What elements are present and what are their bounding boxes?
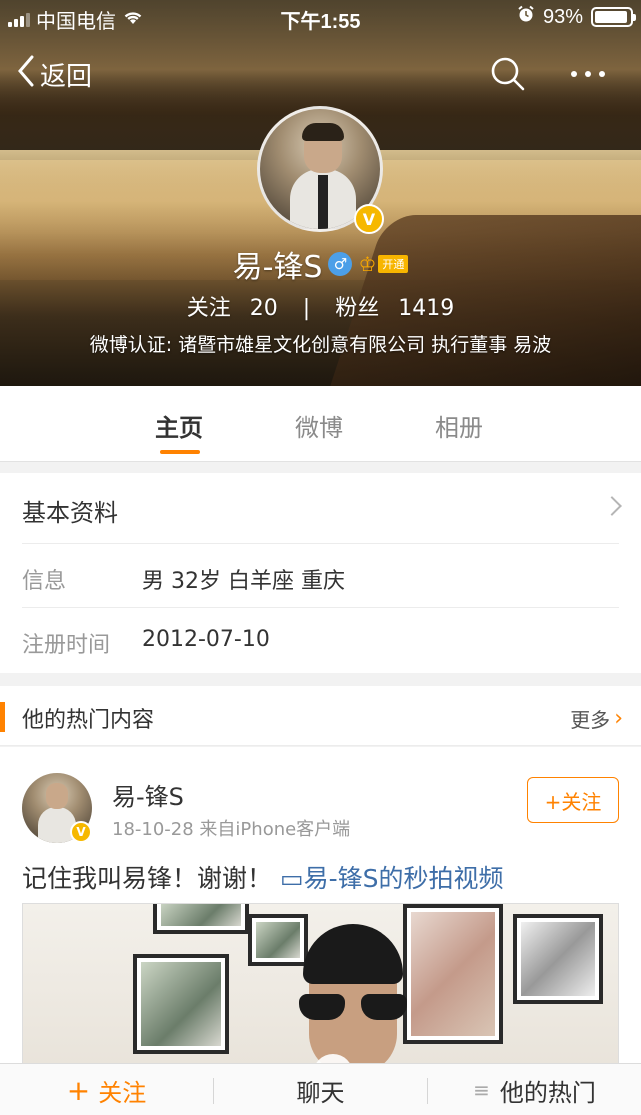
followers-stat[interactable]: 粉丝 1419 — [329, 296, 460, 321]
nav-bar: 返回 — [0, 50, 641, 96]
register-date-label: 注册时间 — [22, 633, 111, 658]
chevron-left-icon — [16, 54, 36, 95]
crown-icon: ♔ — [358, 252, 377, 276]
tab-album[interactable]: 相册 — [435, 408, 483, 443]
tab-weibo[interactable]: 微博 — [295, 408, 343, 443]
profile-stats: 关注 20 | 粉丝 1419 — [0, 290, 641, 322]
search-button[interactable] — [488, 54, 528, 94]
vip-tag: 开通 — [378, 255, 409, 273]
follow-button[interactable]: +关注 — [527, 777, 619, 823]
verified-icon: V — [354, 204, 384, 234]
post-text: 记住我叫易锋！谢谢！ ▭易-锋S的秒拍视频 — [22, 864, 504, 893]
alarm-icon — [517, 5, 535, 29]
wall-frame — [133, 954, 229, 1054]
profile-page: 中国电信 下午1:55 93% 返回 V 易-锋S ♂ ♔ 开通 关注 20 |… — [0, 0, 641, 1115]
vip-badge[interactable]: ♔ 开通 — [358, 252, 409, 276]
verification-text: 微博认证: 诸暨市雄星文化创意有限公司 执行董事 易波 — [89, 334, 552, 356]
follow-action-button[interactable]: + 关注 — [0, 1064, 213, 1115]
plus-icon: + — [66, 1073, 91, 1107]
wall-frame — [403, 904, 503, 1044]
wall-frame — [153, 904, 249, 934]
back-label: 返回 — [40, 62, 93, 92]
hot-content-header: 他的热门内容 更多 › — [0, 686, 641, 746]
active-tab-indicator — [160, 450, 200, 454]
bottom-action-bar: + 关注 聊天 ≡ 他的热门 — [0, 1063, 641, 1115]
video-link[interactable]: ▭易-锋S的秒拍视频 — [280, 864, 504, 893]
verified-icon: V — [70, 821, 92, 843]
more-link[interactable]: 更多 › — [570, 704, 623, 733]
basic-info-card: 基本资料 信息 男 32岁 白羊座 重庆 注册时间 2012-07-10 — [0, 473, 641, 673]
register-date-value: 2012-07-10 — [142, 627, 270, 652]
more-button[interactable] — [566, 54, 610, 94]
post-card: V 易-锋S 18-10-28 来自iPhone客户端 +关注 记住我叫易锋！谢… — [0, 747, 641, 1115]
divider — [22, 543, 619, 544]
status-bar: 中国电信 下午1:55 93% — [0, 0, 641, 34]
info-value: 男 32岁 白羊座 重庆 — [142, 569, 345, 594]
accent-bar — [0, 702, 5, 732]
chevron-right-icon[interactable] — [602, 496, 622, 516]
male-gender-icon: ♂ — [328, 252, 353, 276]
profile-tabs: 主页 微博 相册 — [0, 386, 641, 462]
post-meta: 18-10-28 来自iPhone客户端 — [112, 819, 351, 840]
battery-icon — [591, 7, 636, 27]
info-label: 信息 — [22, 569, 67, 594]
stat-divider: | — [302, 296, 311, 321]
menu-icon: ≡ — [473, 1078, 490, 1102]
hot-content-button[interactable]: ≡ 他的热门 — [428, 1064, 641, 1115]
back-button[interactable]: 返回 — [16, 54, 92, 95]
wall-frame — [513, 914, 603, 1004]
more-dots-icon — [566, 71, 610, 98]
chat-button[interactable]: 聊天 — [214, 1064, 427, 1115]
basic-info-title: 基本资料 — [22, 499, 118, 527]
search-icon — [488, 57, 528, 98]
hot-content-title: 他的热门内容 — [22, 708, 155, 733]
profile-name: 易-锋S — [232, 250, 323, 285]
profile-name-row: 易-锋S ♂ ♔ 开通 — [0, 244, 641, 285]
following-stat[interactable]: 关注 20 — [181, 296, 284, 321]
battery-percent: 93% — [542, 5, 583, 28]
tab-home[interactable]: 主页 — [155, 408, 203, 443]
divider — [22, 607, 619, 608]
video-icon: ▭ — [279, 864, 304, 893]
chevron-right-icon: › — [614, 706, 623, 731]
post-author[interactable]: 易-锋S — [112, 777, 184, 812]
